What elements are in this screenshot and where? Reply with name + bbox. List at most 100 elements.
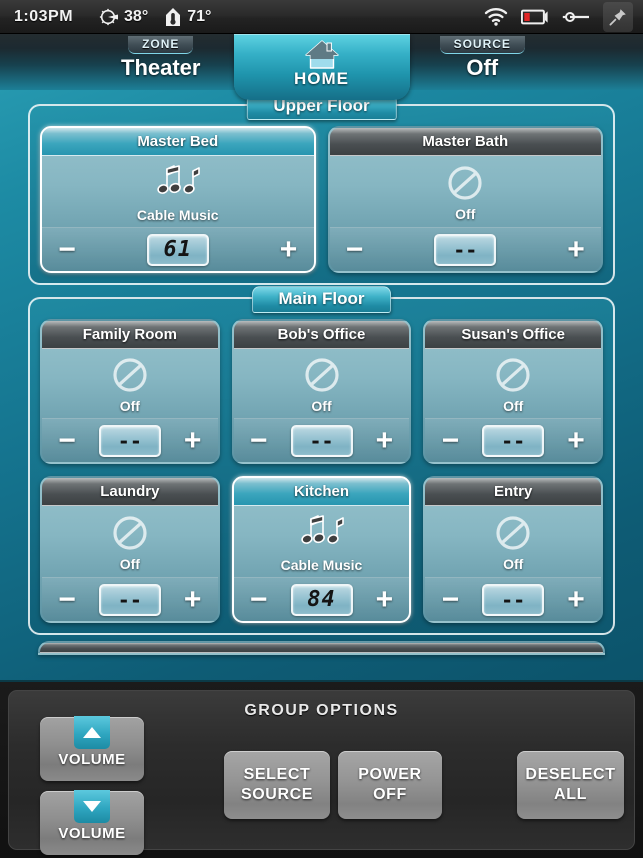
room-card[interactable]: Kitchen Cable Music − 84 + (231, 476, 412, 623)
volume-display: -- (98, 583, 161, 616)
zone-tag-label: ZONE (128, 36, 194, 54)
volume-increase-button[interactable]: + (276, 234, 302, 265)
room-card[interactable]: Family Room Off − -- + (40, 319, 220, 464)
room-source-label: Off (503, 398, 524, 414)
volume-decrease-button[interactable]: − (54, 234, 80, 265)
volume-display: -- (434, 233, 497, 266)
prohibited-icon (494, 356, 532, 394)
volume-increase-button[interactable]: + (180, 425, 206, 456)
room-name: Master Bath (329, 128, 601, 156)
room-status: Cable Music (42, 156, 314, 227)
room-name: Bob's Office (233, 321, 410, 349)
select-source-label-line1: SELECT (243, 766, 311, 783)
room-source-label: Off (119, 556, 140, 572)
volume-decrease-button[interactable]: − (246, 425, 272, 456)
battery-low-icon[interactable] (521, 9, 549, 25)
room-name: Kitchen (233, 478, 410, 506)
group-volume-down-label: VOLUME (58, 825, 126, 842)
room-volume-controls: − 61 + (42, 227, 314, 271)
group-options-panel: GROUP OPTIONS VOLUME VOLUME SELECT SOURC… (0, 680, 643, 858)
deselect-all-button[interactable]: DESELECT ALL (517, 751, 624, 819)
indoor-temperature: 71° (164, 6, 211, 27)
home-label: HOME (294, 69, 349, 88)
room-card[interactable]: Entry Off − -- + (423, 476, 604, 623)
room-row: Master Bed Cable Music − 61 + Master Bath Off −… (40, 126, 603, 273)
room-source-label: Cable Music (280, 557, 363, 573)
room-volume-controls: − 84 + (233, 577, 410, 621)
volume-value: 84 (307, 586, 336, 612)
volume-decrease-button[interactable]: − (54, 584, 80, 615)
music-note-icon (152, 163, 204, 203)
clock: 1:03PM (14, 7, 74, 25)
volume-decrease-button[interactable]: − (437, 584, 463, 615)
card-partial-header (40, 643, 603, 653)
room-status: Off (234, 349, 410, 418)
floor-section: Main Floor Family Room Off − -- + Bob's Office… (28, 286, 615, 635)
room-status: Cable Music (234, 506, 410, 577)
music-note-icon (296, 513, 348, 553)
power-off-label-line1: POWER (358, 766, 422, 783)
deselect-all-label-line1: DESELECT (525, 766, 616, 783)
prohibited-icon (111, 514, 149, 552)
volume-decrease-button[interactable]: − (342, 234, 368, 265)
room-card[interactable]: Susan's Office Off − -- + (423, 319, 604, 464)
volume-display: -- (482, 583, 545, 616)
volume-value: -- (501, 428, 526, 453)
arrow-up-icon (74, 716, 110, 749)
volume-increase-button[interactable]: + (180, 584, 206, 615)
room-card[interactable]: Master Bed Cable Music − 61 + (40, 126, 316, 273)
indoor-temp-value: 71° (187, 7, 212, 25)
room-scroll-area[interactable]: Upper Floor Master Bed Cable Music −61 + Mast… (0, 90, 643, 680)
room-source-label: Cable Music (136, 207, 219, 223)
room-name: Laundry (42, 478, 218, 506)
group-volume-controls: VOLUME VOLUME (40, 716, 144, 855)
volume-value: -- (501, 587, 526, 612)
volume-value: -- (117, 428, 142, 453)
power-off-button[interactable]: POWER OFF (338, 751, 442, 819)
volume-decrease-button[interactable]: − (437, 425, 463, 456)
room-volume-controls: − -- + (42, 577, 218, 621)
room-volume-controls: − -- + (425, 577, 602, 621)
outdoor-temperature: 38° (99, 7, 148, 27)
card-partial-next-room[interactable] (38, 641, 605, 655)
room-card[interactable]: Laundry Off − -- + (40, 476, 220, 623)
deselect-all-label-line2: ALL (554, 786, 587, 803)
volume-display: -- (98, 424, 161, 457)
volume-display: 84 (290, 583, 353, 616)
volume-increase-button[interactable]: + (371, 425, 397, 456)
volume-increase-button[interactable]: + (563, 234, 589, 265)
room-source-label: Off (455, 206, 476, 222)
select-source-button[interactable]: SELECT SOURCE (224, 751, 330, 819)
room-status: Off (42, 349, 218, 418)
volume-decrease-button[interactable]: − (54, 425, 80, 456)
prohibited-icon (494, 514, 532, 552)
group-volume-up-button[interactable]: VOLUME (40, 716, 144, 781)
volume-increase-button[interactable]: + (371, 584, 397, 615)
room-row: Laundry Off − -- + Kitchen Cable Music −84 + Entr… (40, 476, 604, 623)
floors-container: Upper Floor Master Bed Cable Music −61 + Mast… (0, 93, 643, 635)
select-source-label-line2: SOURCE (240, 786, 314, 803)
room-source-label: Off (503, 556, 524, 572)
arrow-down-icon (74, 790, 110, 823)
volume-increase-button[interactable]: + (563, 584, 589, 615)
app-root: 1:03PM 38° 71° ZONE Theater SOURCE Off H… (0, 0, 643, 858)
room-status: Off (42, 506, 218, 577)
room-card[interactable]: Bob's Office Off − -- + (231, 319, 412, 464)
status-icons (484, 1, 637, 32)
pushpin-icon[interactable] (603, 1, 633, 32)
volume-increase-button[interactable]: + (563, 425, 589, 456)
nav-bar: ZONE Theater SOURCE Off HOME (0, 34, 643, 100)
group-volume-down-button[interactable]: VOLUME (40, 790, 144, 855)
room-name: Master Bed (42, 128, 314, 156)
group-volume-up-label: VOLUME (58, 751, 126, 768)
volume-value: -- (117, 587, 142, 612)
room-volume-controls: − -- + (329, 227, 601, 271)
wifi-icon[interactable] (484, 7, 508, 26)
connector-icon[interactable] (562, 10, 590, 24)
home-button[interactable]: HOME (233, 34, 410, 100)
volume-decrease-button[interactable]: − (246, 584, 272, 615)
floor-section: Upper Floor Master Bed Cable Music −61 + Mast… (28, 93, 615, 285)
room-status: Off (425, 506, 601, 577)
house-icon (303, 38, 341, 70)
room-card[interactable]: Master Bath Off − -- + (327, 126, 603, 273)
